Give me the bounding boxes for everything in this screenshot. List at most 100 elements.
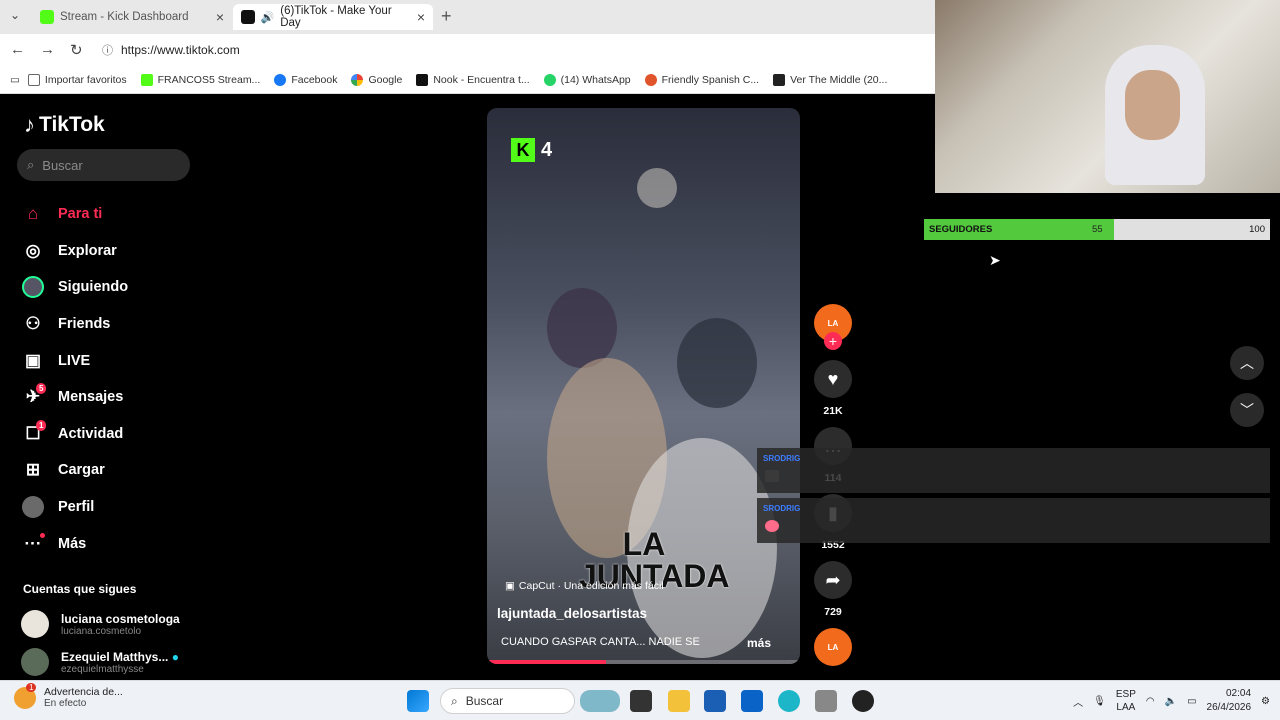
- bookmark-item[interactable]: Importar favoritos: [27, 73, 127, 86]
- bookmarks-menu-icon[interactable]: ▭: [10, 74, 20, 86]
- following-account-item[interactable]: Ezequiel Matthys... ● ezequielmatthysse: [21, 648, 179, 676]
- like-count: 21K: [823, 405, 843, 417]
- notifications-icon[interactable]: ⚙: [1261, 696, 1270, 707]
- bookmark-item[interactable]: Friendly Spanish C...: [644, 73, 759, 86]
- bookmark-label: Facebook: [291, 73, 338, 86]
- bookmark-item[interactable]: (14) WhatsApp: [543, 73, 631, 86]
- sidebar-item-label: Siguiendo: [58, 279, 129, 296]
- whatsapp-icon: [543, 73, 556, 86]
- site-info-icon[interactable]: ⓘ: [102, 42, 113, 58]
- follow-plus-icon[interactable]: +: [824, 332, 842, 350]
- like-button[interactable]: ♥ 21K: [812, 360, 854, 417]
- bookmark-item[interactable]: Google: [351, 73, 403, 86]
- capcut-tag[interactable]: ▣ CapCut · Una edición más fácil: [505, 580, 664, 592]
- edge-icon[interactable]: [778, 690, 800, 712]
- bookmark-item[interactable]: Ver The Middle (20...: [773, 73, 887, 86]
- tiktok-page: ♪ TikTok ⌕ Buscar ⌂ Para ti ◎ Explorar Sig…: [4, 96, 935, 679]
- browser-toolbar: ← → ↻ ⓘ https://www.tiktok.com: [0, 34, 935, 66]
- taskbar-search[interactable]: ⌕ Buscar: [440, 688, 575, 714]
- sidebar-item-actividad[interactable]: ☐ 1 Actividad: [20, 416, 220, 453]
- volume-icon[interactable]: 🔈: [1165, 696, 1177, 707]
- account-handle: ezequielmatthysse: [61, 663, 144, 675]
- task-view-icon[interactable]: [630, 690, 652, 712]
- sidebar-item-siguiendo[interactable]: Siguiendo: [20, 269, 220, 306]
- kick-favicon-icon: [40, 10, 54, 24]
- tab-label: (6)TikTok - Make Your Day: [280, 5, 392, 29]
- video-watermark: LA JUNTADA: [579, 526, 730, 594]
- video-player[interactable]: K 4 LA JUNTADA ▣ CapCut · Una edición má…: [487, 108, 800, 664]
- author-avatar-action[interactable]: LA +: [812, 304, 854, 350]
- wifi-icon[interactable]: ◠: [1146, 696, 1155, 707]
- previous-video-button[interactable]: ︿: [1230, 346, 1264, 380]
- widget-icon[interactable]: [580, 690, 620, 712]
- chat-message: SRODRIG: [757, 498, 1270, 543]
- taskbar-search-label: Buscar: [465, 694, 504, 708]
- search-input[interactable]: ⌕ Buscar: [17, 149, 190, 181]
- close-tab-icon[interactable]: ×: [216, 9, 224, 25]
- sidebar-item-mensajes[interactable]: ✈ 5 Mensajes: [20, 379, 220, 416]
- search-icon: ⌕: [27, 157, 35, 172]
- search-placeholder: Buscar: [42, 157, 83, 173]
- bookmark-item[interactable]: Nook - Encuentra t...: [416, 73, 530, 86]
- warning-notification[interactable]: 1 Advertencia de... En efecto: [14, 682, 123, 709]
- windows-start-icon[interactable]: [407, 690, 429, 712]
- sidebar-item-friends[interactable]: ⚇ Friends: [20, 306, 220, 343]
- sidebar-item-para-ti[interactable]: ⌂ Para ti: [20, 196, 220, 233]
- sidebar-item-perfil[interactable]: Perfil: [20, 489, 220, 526]
- sidebar-item-label: LIVE: [58, 352, 91, 369]
- new-tab-icon[interactable]: +: [441, 6, 452, 27]
- sidebar-item-label: Cargar: [58, 462, 105, 479]
- lang-line-1: ESP: [1115, 689, 1136, 700]
- outlook-icon[interactable]: [741, 690, 763, 712]
- bookmark-label: Google: [368, 73, 403, 86]
- sidebar-item-cargar[interactable]: ⊞ Cargar: [20, 452, 220, 489]
- chevron-up-icon: ︿: [1240, 355, 1254, 371]
- obs-icon[interactable]: [852, 690, 874, 712]
- microphone-icon[interactable]: 🎙: [1093, 696, 1106, 707]
- caption-more-link[interactable]: más: [747, 636, 771, 650]
- reload-icon[interactable]: ↻: [70, 41, 83, 59]
- kick-overlay: K 4: [511, 138, 552, 162]
- logo-text: TikTok: [39, 113, 105, 136]
- sidebar-item-label: Actividad: [58, 425, 124, 442]
- video-person: [677, 318, 757, 408]
- video-author[interactable]: lajuntada_delosartistas: [497, 606, 647, 621]
- messages-badge: 5: [36, 382, 47, 394]
- tab-kick-dashboard[interactable]: Stream - Kick Dashboard ×: [32, 4, 232, 30]
- sidebar-item-live[interactable]: ▣ LIVE: [20, 342, 220, 379]
- notification-title: Advertencia de...: [44, 686, 123, 698]
- clock[interactable]: 02:04 26/4/2026: [1207, 687, 1252, 715]
- chat-username: SRODRIG: [763, 504, 801, 513]
- video-progress-bar[interactable]: [487, 660, 800, 664]
- battery-icon[interactable]: ▭: [1187, 696, 1196, 707]
- tiktok-note-icon: ♪: [24, 112, 35, 137]
- file-explorer-icon[interactable]: [668, 690, 690, 712]
- tiktok-logo[interactable]: ♪ TikTok: [24, 112, 105, 138]
- bookmark-item[interactable]: Facebook: [274, 73, 338, 86]
- clock-date: 26/4/2026: [1206, 702, 1252, 713]
- sidebar-item-mas[interactable]: ··· Más: [20, 525, 220, 562]
- tab-tiktok[interactable]: 🔊 (6)TikTok - Make Your Day ×: [233, 4, 433, 30]
- speaker-icon[interactable]: 🔊: [261, 11, 275, 24]
- address-bar[interactable]: ⓘ https://www.tiktok.com: [94, 38, 929, 62]
- sidebar-item-explorar[interactable]: ◎ Explorar: [20, 233, 220, 270]
- share-button[interactable]: ➦ 729: [812, 561, 854, 618]
- bookmark-item[interactable]: FRANCOS5 Stream...: [140, 73, 260, 86]
- next-video-button[interactable]: ﹀: [1230, 393, 1264, 427]
- tab-search-icon[interactable]: ⌄: [10, 8, 20, 22]
- system-tray: ︿ 🎙 ESP LAA ◠ 🔈 ▭ 02:04 26/4/2026 ⚙: [1073, 687, 1270, 715]
- app-icon[interactable]: [815, 690, 837, 712]
- following-account-item[interactable]: luciana cosmetologa luciana.cosmetolo: [21, 610, 180, 638]
- store-icon[interactable]: [704, 690, 726, 712]
- close-tab-icon[interactable]: ×: [417, 9, 425, 25]
- chat-message: SRODRIG: [757, 448, 1270, 493]
- search-icon: ⌕: [451, 693, 458, 708]
- avatar: [21, 610, 49, 638]
- back-icon[interactable]: ←: [10, 41, 25, 58]
- clock-time: 02:04: [1226, 688, 1252, 699]
- tray-expand-icon[interactable]: ︿: [1073, 694, 1083, 709]
- music-disc[interactable]: LA: [812, 628, 854, 666]
- browser-tab-strip: ⌄ Stream - Kick Dashboard × 🔊 (6)TikTok …: [0, 0, 935, 34]
- forward-icon[interactable]: →: [40, 41, 55, 58]
- language-indicator[interactable]: ESP LAA: [1116, 688, 1136, 714]
